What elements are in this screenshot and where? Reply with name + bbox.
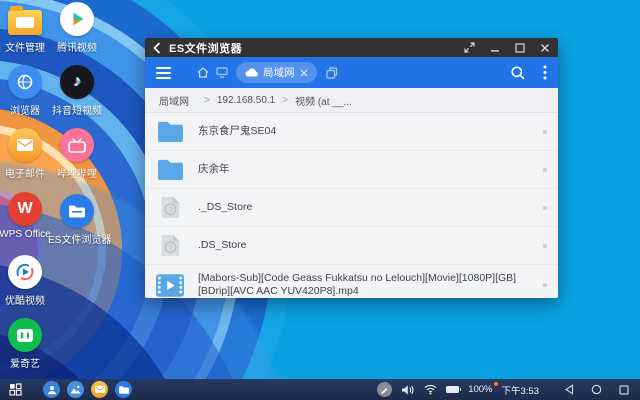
menu-icon[interactable] xyxy=(156,67,171,79)
nav-home-icon[interactable] xyxy=(591,384,602,395)
desktop-icon-douyin[interactable]: ♪ 抖音短视频 xyxy=(48,65,106,117)
file-row-unknown[interactable]: ? .DS_Store xyxy=(145,227,558,265)
desktop-icon-label: 腾讯视频 xyxy=(48,39,106,54)
item-dot xyxy=(543,130,547,134)
close-window-icon[interactable] xyxy=(540,43,550,53)
desktop-icon-label: ES文件浏览器 xyxy=(48,231,106,246)
gallery-app-icon[interactable] xyxy=(67,381,84,398)
douyin-icon: ♪ xyxy=(60,65,94,99)
folder-icon xyxy=(155,120,185,143)
home-icon[interactable] xyxy=(197,67,209,78)
breadcrumb: 局域网 > 192.168.50.1 > 视频 (at __... xyxy=(145,88,558,113)
file-row-folder[interactable]: 东京食尸鬼SE04 xyxy=(145,113,558,151)
tencent-video-icon xyxy=(60,2,94,36)
desktop-icon-browser[interactable]: 浏览器 xyxy=(0,65,54,117)
tab-close-icon[interactable] xyxy=(300,69,308,77)
item-dot xyxy=(543,168,547,172)
unknown-file-icon: ? xyxy=(155,195,185,220)
item-dot xyxy=(543,206,547,210)
battery-icon xyxy=(446,386,459,393)
desktop-icon-email[interactable]: 电子邮件 xyxy=(0,128,54,180)
email-app-icon[interactable] xyxy=(91,381,108,398)
desktop-icon-label: WPS Office xyxy=(0,229,54,240)
folder-icon xyxy=(155,158,185,181)
desktop-icon-wps-office[interactable]: W WPS Office xyxy=(0,192,54,240)
breadcrumb-segment[interactable]: 192.168.50.1 xyxy=(217,95,275,106)
overflow-menu-icon[interactable] xyxy=(543,65,547,80)
file-row-folder[interactable]: 庆余年 xyxy=(145,151,558,189)
new-window-icon[interactable] xyxy=(326,67,338,79)
item-dot xyxy=(543,244,547,248)
video-file-icon xyxy=(155,274,185,297)
svg-text:?: ? xyxy=(168,205,173,214)
app-grid-icon[interactable] xyxy=(9,383,22,396)
unknown-file-icon: ? xyxy=(155,233,185,258)
wps-office-icon: W xyxy=(8,192,42,226)
window-titlebar: ES文件浏览器 xyxy=(145,38,558,57)
breadcrumb-segment[interactable]: 视频 (at __... xyxy=(295,93,352,108)
taskbar: 100% 下午3:53 xyxy=(0,379,640,400)
tab-label: 局域网 xyxy=(263,65,295,80)
desktop-icon-label: 爱奇艺 xyxy=(0,355,54,370)
email-icon xyxy=(8,128,42,162)
device-icon[interactable] xyxy=(216,67,228,78)
desktop-icon-tencent-video[interactable]: 腾讯视频 xyxy=(48,2,106,54)
breadcrumb-segment[interactable]: 局域网 xyxy=(159,93,189,108)
desktop-icon-iqiyi[interactable]: 爱奇艺 xyxy=(0,318,54,370)
window-title: ES文件浏览器 xyxy=(169,40,242,56)
wifi-icon[interactable] xyxy=(424,384,437,395)
file-list: 东京食尸鬼SE04 庆余年 ? ._DS_Store ? xyxy=(145,113,558,298)
browser-icon xyxy=(8,65,42,99)
volume-icon[interactable] xyxy=(401,384,415,396)
desktop-wallpaper: 文件管理 腾讯视频 浏览器 ♪ 抖音短视频 电子邮件 哔哩哔哩 W WPS Of… xyxy=(0,0,640,400)
lan-icon xyxy=(245,68,258,77)
file-manager-icon xyxy=(8,2,42,36)
maximize-window-icon[interactable] xyxy=(515,43,525,53)
desktop-icon-label: 电子邮件 xyxy=(0,165,54,180)
expand-window-icon[interactable] xyxy=(464,42,475,53)
nav-recents-icon[interactable] xyxy=(619,385,629,395)
back-icon[interactable] xyxy=(153,42,161,54)
clock: 下午3:53 xyxy=(502,383,540,397)
desktop-icon-label: 哔哩哔哩 xyxy=(48,165,106,180)
desktop-icon-bilibili[interactable]: 哔哩哔哩 xyxy=(48,128,106,180)
item-dot xyxy=(543,283,547,287)
minimize-window-icon[interactable] xyxy=(490,43,500,53)
breadcrumb-separator: > xyxy=(204,95,210,106)
es-explorer-window: ES文件浏览器 局域网 xyxy=(145,38,558,298)
file-name: 东京食尸鬼SE04 xyxy=(198,125,302,138)
es-file-explorer-icon xyxy=(60,194,94,228)
file-row-unknown[interactable]: ? ._DS_Store xyxy=(145,189,558,227)
desktop-icon-label: 优酷视频 xyxy=(0,292,54,307)
battery-percent: 100% xyxy=(468,384,492,395)
breadcrumb-separator: > xyxy=(282,95,288,106)
file-name: .DS_Store xyxy=(198,239,272,252)
desktop-icon-youku[interactable]: 优酷视频 xyxy=(0,255,54,307)
es-explorer-app-icon[interactable] xyxy=(115,381,132,398)
contacts-app-icon[interactable] xyxy=(43,381,60,398)
bilibili-icon xyxy=(60,128,94,162)
iqiyi-icon xyxy=(8,318,42,352)
tab-lan[interactable]: 局域网 xyxy=(236,62,317,83)
desktop-icon-label: 文件管理 xyxy=(0,39,54,54)
youku-icon xyxy=(8,255,42,289)
svg-text:?: ? xyxy=(168,243,173,252)
desktop-icon-file-manager[interactable]: 文件管理 xyxy=(0,2,54,54)
desktop-icon-label: 抖音短视频 xyxy=(48,102,106,117)
file-name: 庆余年 xyxy=(198,163,256,176)
nav-back-icon[interactable] xyxy=(564,384,574,395)
window-toolbar: 局域网 xyxy=(145,57,558,88)
file-name: [Mabors-Sub][Code Geass Fukkatsu no Lelo… xyxy=(198,272,548,298)
notification-dot xyxy=(494,382,498,386)
desktop-icon-label: 浏览器 xyxy=(0,102,54,117)
file-row-video[interactable]: [Mabors-Sub][Code Geass Fukkatsu no Lelo… xyxy=(145,265,558,298)
file-name: ._DS_Store xyxy=(198,201,278,214)
search-icon[interactable] xyxy=(510,65,526,81)
stylus-pen-icon[interactable] xyxy=(377,382,392,397)
desktop-icon-es-explorer[interactable]: ES文件浏览器 xyxy=(48,194,106,246)
